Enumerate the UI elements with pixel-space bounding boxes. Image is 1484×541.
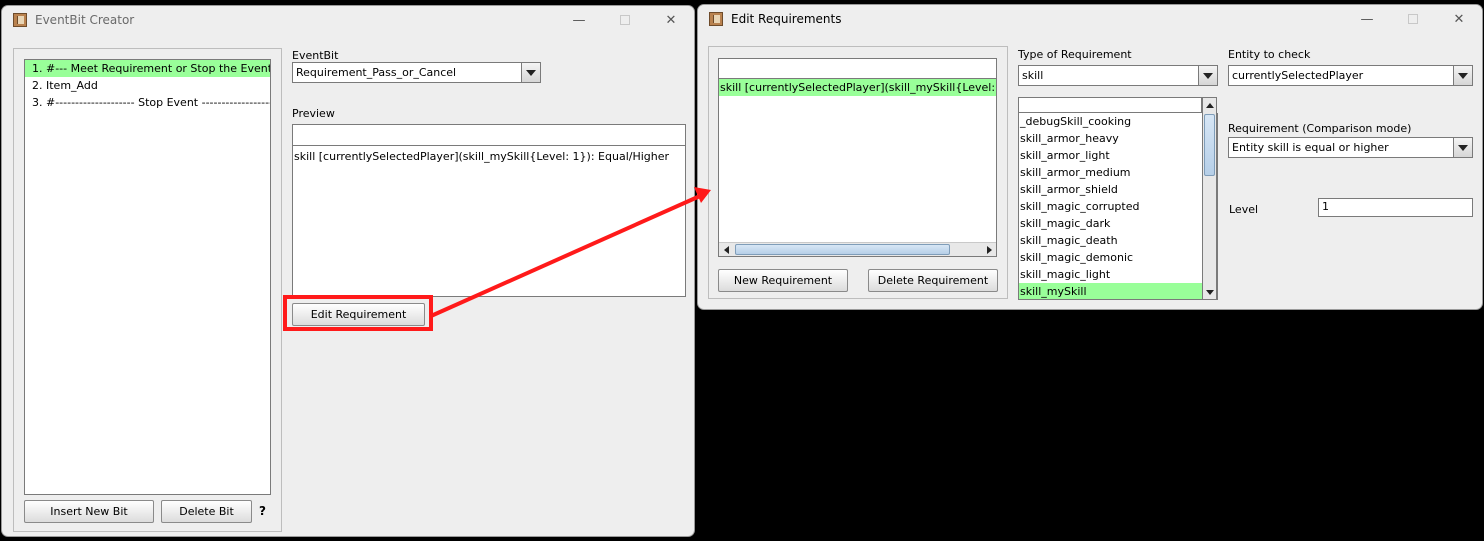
skill-list-item[interactable]: skill_armor_medium xyxy=(1019,164,1203,181)
scroll-down-icon[interactable] xyxy=(1203,285,1217,299)
maximize-icon xyxy=(1408,14,1418,24)
app-icon xyxy=(709,12,723,26)
title-bar[interactable]: Edit Requirements — ✕ xyxy=(698,5,1482,33)
edit-requirements-window: Edit Requirements — ✕ skill [currentlySe… xyxy=(697,4,1483,310)
new-requirement-button[interactable]: New Requirement xyxy=(718,269,848,292)
maximize-icon xyxy=(620,15,630,25)
preview-header-field xyxy=(292,124,686,146)
vertical-scrollbar[interactable] xyxy=(1202,97,1217,300)
skill-list-item[interactable]: skill_armor_shield xyxy=(1019,181,1203,198)
minimize-button[interactable]: — xyxy=(1344,5,1390,33)
skill-list-item[interactable]: skill_magic_death xyxy=(1019,232,1203,249)
type-select-value: skill xyxy=(1022,69,1044,82)
eventbit-label: EventBit xyxy=(292,49,339,62)
scroll-left-icon[interactable] xyxy=(719,243,733,256)
comparison-mode-select[interactable]: Entity skill is equal or higher xyxy=(1228,137,1473,158)
skill-list-item[interactable]: skill_magic_demonic xyxy=(1019,249,1203,266)
type-of-requirement-select[interactable]: skill xyxy=(1018,65,1218,86)
requirement-list[interactable]: skill [currentlySelectedPlayer](skill_my… xyxy=(718,78,997,257)
entity-select-value: currentlySelectedPlayer xyxy=(1232,69,1364,82)
title-bar[interactable]: EventBit Creator — ✕ xyxy=(2,6,694,34)
delete-bit-button[interactable]: Delete Bit xyxy=(161,500,252,523)
scroll-up-icon[interactable] xyxy=(1203,98,1217,112)
bit-list[interactable]: 1. #--- Meet Requirement or Stop the Eve… xyxy=(24,59,271,495)
chevron-down-icon[interactable] xyxy=(521,63,540,82)
chevron-down-icon[interactable] xyxy=(1453,138,1472,157)
chevron-down-icon[interactable] xyxy=(1453,66,1472,85)
entity-to-check-select[interactable]: currentlySelectedPlayer xyxy=(1228,65,1473,86)
bit-list-item[interactable]: 2. Item_Add xyxy=(25,77,270,94)
minimize-button[interactable]: — xyxy=(556,6,602,34)
comparison-mode-label: Requirement (Comparison mode) xyxy=(1228,122,1412,135)
delete-requirement-button[interactable]: Delete Requirement xyxy=(868,269,998,292)
skill-list-item[interactable]: skill_magic_light xyxy=(1019,266,1203,283)
skill-list[interactable]: _debugSkill_cooking skill_armor_heavy skil… xyxy=(1018,113,1218,300)
scroll-thumb[interactable] xyxy=(735,244,950,255)
skill-list-item[interactable]: skill_mySkill xyxy=(1019,283,1203,299)
level-label: Level xyxy=(1229,203,1259,216)
skill-list-item[interactable]: skill_magic_corrupted xyxy=(1019,198,1203,215)
chevron-down-icon[interactable] xyxy=(1198,66,1217,85)
horizontal-scrollbar[interactable] xyxy=(719,242,996,256)
scroll-thumb[interactable] xyxy=(1204,114,1215,176)
help-button[interactable]: ? xyxy=(259,504,266,518)
close-button[interactable]: ✕ xyxy=(648,6,694,34)
preview-area: skill [currentlySelectedPlayer](skill_my… xyxy=(292,145,686,297)
edit-requirement-button[interactable]: Edit Requirement xyxy=(292,303,425,326)
entity-to-check-label: Entity to check xyxy=(1228,48,1311,61)
requirement-row[interactable]: skill [currentlySelectedPlayer](skill_my… xyxy=(719,79,996,96)
bit-list-item[interactable]: 3. #-------------------- Stop Event ----… xyxy=(25,94,270,111)
comparison-select-value: Entity skill is equal or higher xyxy=(1232,141,1389,154)
skill-list-item[interactable]: skill_armor_light xyxy=(1019,147,1203,164)
scroll-right-icon[interactable] xyxy=(982,243,996,256)
close-button[interactable]: ✕ xyxy=(1436,5,1482,33)
maximize-button[interactable] xyxy=(1390,5,1436,33)
skill-filter-input[interactable] xyxy=(1018,97,1202,113)
eventbit-select-value: Requirement_Pass_or_Cancel xyxy=(296,66,457,79)
insert-new-bit-button[interactable]: Insert New Bit xyxy=(24,500,154,523)
preview-label: Preview xyxy=(292,107,335,120)
eventbit-creator-window: EventBit Creator — ✕ 1. #--- Meet Requir… xyxy=(1,5,695,537)
eventbit-select[interactable]: Requirement_Pass_or_Cancel xyxy=(292,62,541,83)
type-of-requirement-label: Type of Requirement xyxy=(1018,48,1132,61)
skill-list-items: _debugSkill_cooking skill_armor_heavy skil… xyxy=(1019,113,1203,299)
window-title: EventBit Creator xyxy=(35,13,135,27)
preview-text: skill [currentlySelectedPlayer](skill_my… xyxy=(294,150,670,163)
skill-list-item[interactable]: skill_armor_heavy xyxy=(1019,130,1203,147)
skill-list-item[interactable]: skill_magic_dark xyxy=(1019,215,1203,232)
level-input[interactable]: 1 xyxy=(1318,198,1473,217)
requirement-header-field xyxy=(718,58,997,79)
bit-list-item[interactable]: 1. #--- Meet Requirement or Stop the Eve… xyxy=(25,60,270,77)
maximize-button[interactable] xyxy=(602,6,648,34)
window-title: Edit Requirements xyxy=(731,12,842,26)
skill-list-item[interactable]: _debugSkill_cooking xyxy=(1019,113,1203,130)
app-icon xyxy=(13,13,27,27)
